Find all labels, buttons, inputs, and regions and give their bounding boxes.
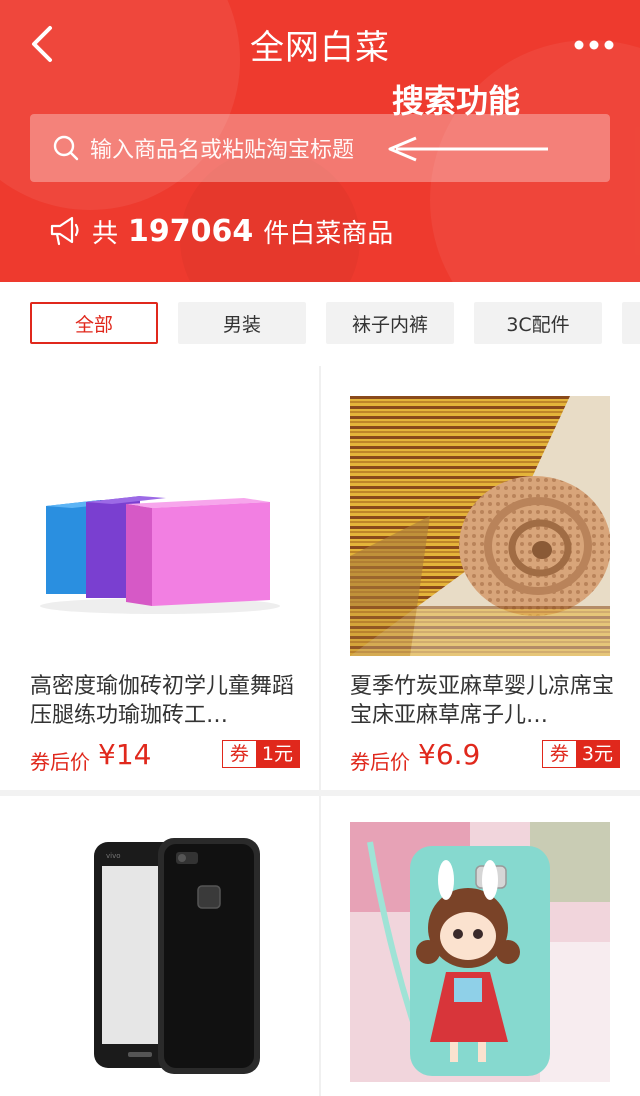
- count-prefix: 共: [92, 218, 119, 249]
- annotation-arrow: [388, 136, 548, 162]
- count-number: 197064: [128, 213, 254, 249]
- megaphone-icon: [50, 216, 79, 246]
- price-row: 券后价 ¥14 券 1元: [30, 736, 300, 776]
- header: 全网白菜 搜索功能 输入商品名或粘贴淘宝标题 共 197064 件白菜商品: [0, 0, 640, 282]
- category-tabs: 全部 男装 袜子内裤 3C配件: [0, 282, 640, 366]
- search-placeholder: 输入商品名或粘贴淘宝标题: [90, 138, 355, 163]
- tab-3c-accessories[interactable]: 3C配件: [474, 302, 602, 344]
- tab-socks-underwear[interactable]: 袜子内裤: [326, 302, 454, 344]
- product-image: [350, 822, 610, 1082]
- product-image: vivo: [30, 822, 290, 1082]
- price-label: 券后价: [30, 750, 90, 774]
- count-suffix: 件白菜商品: [263, 218, 394, 249]
- price: ¥6.9: [418, 738, 481, 771]
- page-title: 全网白菜: [250, 28, 390, 68]
- price-label: 券后价: [350, 750, 410, 774]
- coupon-value: 3元: [575, 741, 619, 767]
- product-card[interactable]: 夏季竹炭亚麻草婴儿凉席宝宝床亚麻草席子儿… 券后价 ¥6.9 券 3元: [350, 396, 640, 786]
- item-count: 共 197064 件白菜商品: [48, 206, 393, 256]
- more-dots-icon: [574, 40, 614, 50]
- tab-menswear[interactable]: 男装: [178, 302, 306, 344]
- grid-divider: [0, 790, 640, 796]
- tab-more[interactable]: [622, 302, 640, 344]
- coupon-badge: 券 3元: [541, 740, 620, 768]
- price-row: 券后价 ¥6.9 券 3元: [350, 736, 620, 776]
- more-button[interactable]: [566, 30, 622, 60]
- coupon-label: 券: [222, 741, 256, 767]
- svg-text:vivo: vivo: [106, 852, 121, 860]
- product-title: 高密度瑜伽砖初学儿童舞蹈压腿练功瑜珈砖工…: [30, 674, 295, 728]
- product-card[interactable]: 高密度瑜伽砖初学儿童舞蹈压腿练功瑜珈砖工… 券后价 ¥14 券 1元: [30, 396, 320, 786]
- coupon-value: 1元: [255, 741, 299, 767]
- product-card[interactable]: [350, 822, 640, 1096]
- coupon-badge: 券 1元: [221, 740, 300, 768]
- product-image: [350, 396, 610, 656]
- search-icon: [53, 135, 79, 161]
- price: ¥14: [98, 738, 152, 771]
- product-image: [30, 396, 290, 656]
- product-title: 夏季竹炭亚麻草婴儿凉席宝宝床亚麻草席子儿…: [350, 674, 615, 728]
- coupon-label: 券: [542, 741, 576, 767]
- tab-all[interactable]: 全部: [30, 302, 158, 344]
- product-card[interactable]: vivo: [30, 822, 320, 1096]
